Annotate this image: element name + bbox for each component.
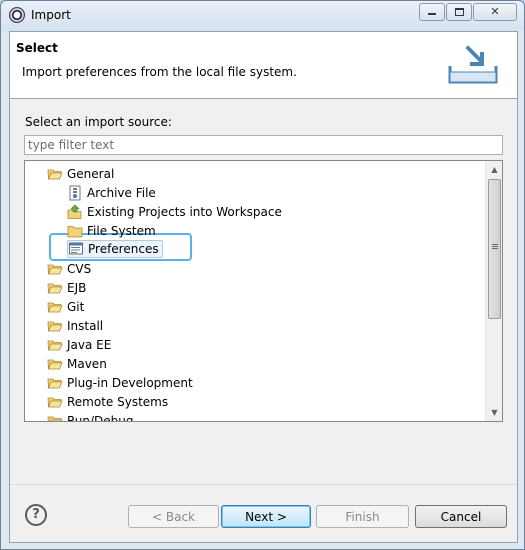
tree-item-file-system[interactable]: File System bbox=[67, 221, 156, 240]
tree-item-label: Existing Projects into Workspace bbox=[87, 204, 282, 219]
folder-icon bbox=[47, 283, 63, 293]
tree-item-maven[interactable]: Maven bbox=[47, 354, 107, 373]
tree-item-label: Remote Systems bbox=[67, 394, 169, 409]
scroll-up-icon[interactable]: ▲ bbox=[486, 161, 502, 178]
eclipse-icon bbox=[9, 7, 25, 23]
folder-icon bbox=[47, 264, 63, 274]
maximize-button[interactable] bbox=[446, 3, 472, 21]
tree-item-label: Install bbox=[67, 318, 104, 333]
close-icon: ✕ bbox=[490, 5, 500, 18]
tree-item-label: EJB bbox=[67, 280, 87, 295]
tree-item-label: Preferences bbox=[88, 241, 159, 256]
tree-item-ejb[interactable]: EJB bbox=[47, 278, 86, 297]
tree-item-plugin-development[interactable]: Plug-in Development bbox=[47, 373, 193, 392]
tree-item-run-debug[interactable]: Run/Debug bbox=[47, 411, 134, 422]
folder-icon bbox=[47, 416, 63, 421]
tree-item-label: Maven bbox=[67, 356, 107, 371]
tree-item-archive-file[interactable]: Archive File bbox=[67, 183, 156, 202]
import-dialog: Import ✕ Select Import preferences from … bbox=[0, 0, 525, 550]
folder-icon bbox=[47, 397, 63, 407]
tree-item-label: Java EE bbox=[67, 337, 112, 352]
grip-icon bbox=[492, 244, 498, 245]
folder-icon bbox=[47, 302, 63, 312]
archive-file-icon bbox=[69, 185, 81, 200]
tree-item-label: Git bbox=[67, 299, 85, 314]
folder-icon bbox=[47, 378, 63, 388]
tree-item-install[interactable]: Install bbox=[47, 316, 103, 335]
close-button[interactable]: ✕ bbox=[473, 3, 517, 21]
tree-item-label: General bbox=[67, 166, 115, 181]
minimize-button[interactable] bbox=[419, 3, 445, 21]
next-button[interactable]: Next > bbox=[221, 505, 311, 528]
tree-item-label: File System bbox=[87, 223, 156, 238]
tree-item-label: Plug-in Development bbox=[67, 375, 193, 390]
tree-item-git[interactable]: Git bbox=[47, 297, 84, 316]
title-bar[interactable]: Import ✕ bbox=[1, 1, 524, 31]
preferences-icon bbox=[69, 242, 83, 254]
existing-projects-icon bbox=[67, 204, 82, 219]
filter-input[interactable] bbox=[24, 135, 503, 155]
cancel-button[interactable]: Cancel bbox=[415, 505, 507, 528]
tree-item-label: CVS bbox=[67, 261, 92, 276]
dialog-body: Select Import preferences from the local… bbox=[9, 31, 518, 543]
import-source-label: Select an import source: bbox=[25, 115, 172, 129]
selected-item: Preferences bbox=[67, 239, 163, 258]
page-title: Select bbox=[16, 41, 58, 55]
folder-icon bbox=[67, 225, 83, 237]
finish-button[interactable]: Finish bbox=[316, 505, 409, 528]
tree-item-java-ee[interactable]: Java EE bbox=[47, 335, 111, 354]
help-button[interactable]: ? bbox=[25, 504, 47, 526]
tree-item-general[interactable]: General bbox=[47, 164, 114, 183]
folder-icon bbox=[47, 321, 63, 331]
scroll-down-icon[interactable]: ▼ bbox=[486, 404, 502, 421]
maximize-icon bbox=[454, 8, 464, 16]
tree-item-label: Archive File bbox=[87, 185, 156, 200]
back-button[interactable]: < Back bbox=[128, 505, 219, 528]
tree-item-preferences[interactable]: Preferences bbox=[67, 239, 163, 258]
tree-scrollbar[interactable]: ▲ ▼ bbox=[485, 161, 502, 421]
footer-divider bbox=[10, 484, 517, 485]
scrollbar-thumb[interactable] bbox=[488, 179, 501, 319]
tree-item-cvs[interactable]: CVS bbox=[47, 259, 91, 278]
import-wizard-icon bbox=[448, 46, 498, 84]
tree-item-remote-systems[interactable]: Remote Systems bbox=[47, 392, 168, 411]
folder-icon bbox=[47, 359, 63, 369]
tree-item-existing-projects[interactable]: Existing Projects into Workspace bbox=[67, 202, 282, 221]
page-description: Import preferences from the local file s… bbox=[22, 65, 297, 79]
minimize-icon bbox=[428, 13, 436, 15]
import-source-tree[interactable]: General Archive File Existing Projects i bbox=[24, 160, 503, 422]
window-title: Import bbox=[31, 8, 71, 22]
folder-open-icon bbox=[47, 169, 63, 179]
folder-icon bbox=[47, 340, 63, 350]
wizard-header: Select Import preferences from the local… bbox=[10, 32, 517, 99]
tree-item-label: Run/Debug bbox=[67, 413, 134, 422]
